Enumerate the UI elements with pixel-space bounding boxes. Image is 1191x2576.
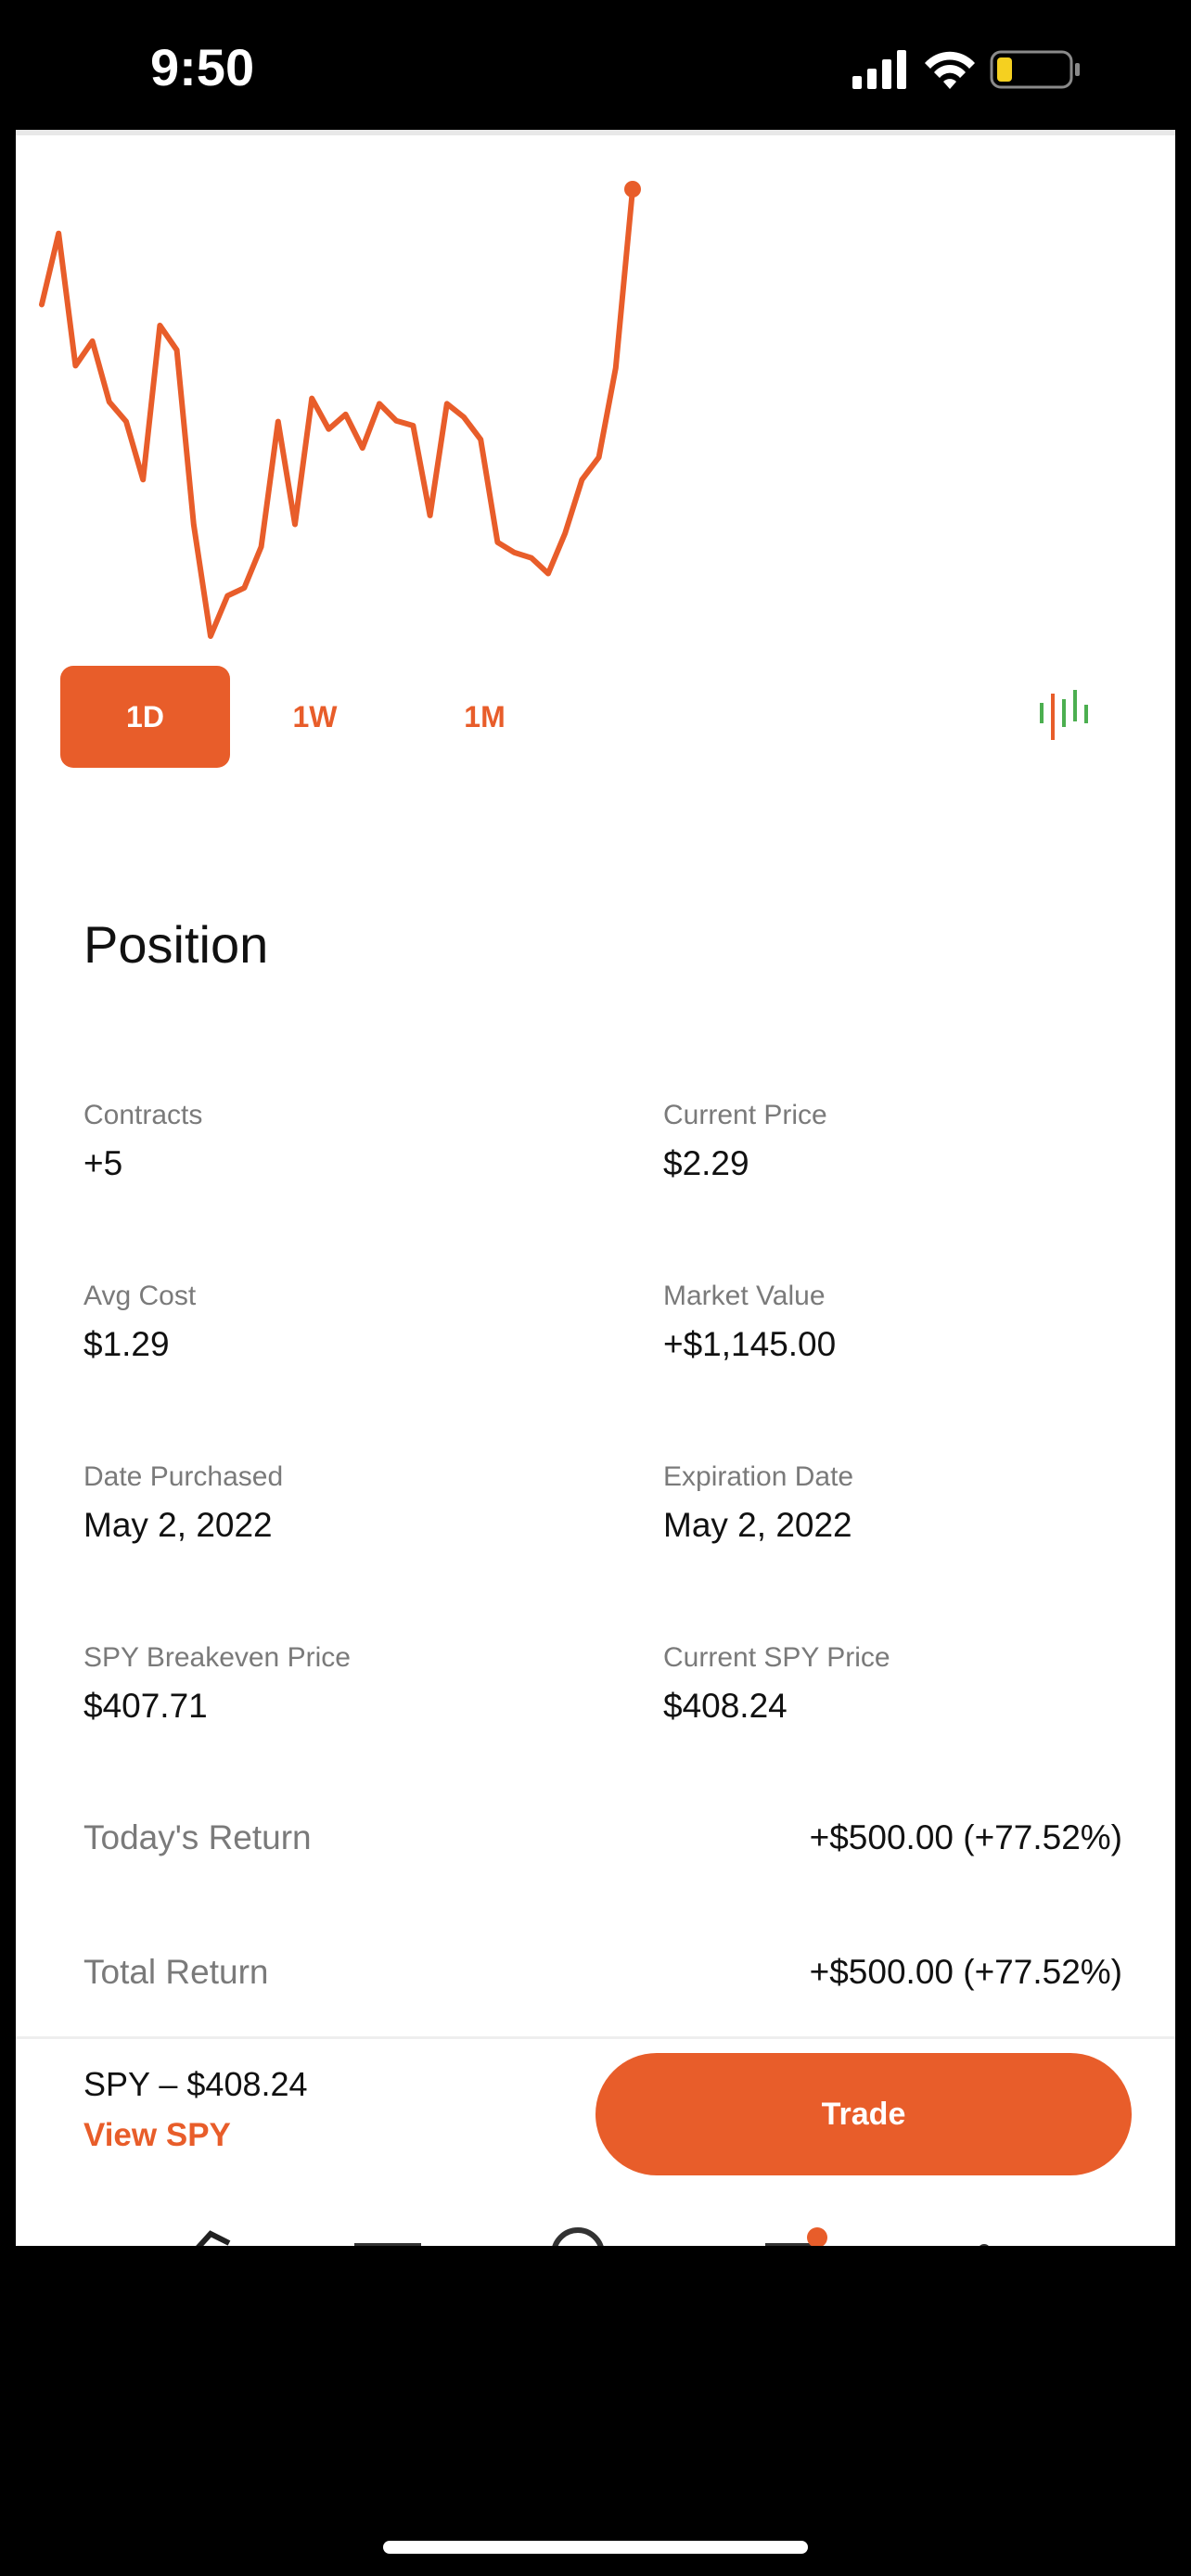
- stat-value: May 2, 2022: [83, 1506, 273, 1544]
- stat-label: Current Price: [663, 1100, 827, 1130]
- stat-value: $408.24: [663, 1687, 788, 1725]
- app-screen: 1D 1W 1M Position Contracts +5 Current P…: [16, 130, 1175, 2246]
- candlestick-chart-toggle-icon[interactable]: [1036, 682, 1092, 747]
- tab-icon-partial: [354, 2243, 421, 2246]
- price-line: [39, 186, 635, 639]
- stat-current-price: Current Price $2.29: [663, 1100, 827, 1183]
- stat-contracts: Contracts +5: [83, 1100, 202, 1183]
- position-title: Position: [83, 915, 269, 974]
- stat-market-value: Market Value +$1,145.00: [663, 1281, 836, 1364]
- return-value: +$500.00 (+77.52%): [809, 1818, 1122, 1856]
- stat-current-spy-price: Current SPY Price $408.24: [663, 1642, 890, 1726]
- wifi-icon: [925, 51, 975, 89]
- stat-breakeven-price: SPY Breakeven Price $407.71: [83, 1642, 351, 1726]
- price-endpoint-dot: [624, 181, 641, 198]
- tab-bar-peek: [196, 2227, 989, 2246]
- stat-value: +$1,145.00: [663, 1325, 837, 1363]
- stat-label: Avg Cost: [83, 1281, 197, 1311]
- total-return-row: Total Return +$500.00 (+77.52%): [83, 1953, 1122, 1992]
- stat-label: Date Purchased: [83, 1461, 284, 1492]
- trade-button[interactable]: Trade: [596, 2053, 1132, 2175]
- stat-avg-cost: Avg Cost $1.29: [83, 1281, 196, 1364]
- tab-icon-partial: [552, 2227, 604, 2246]
- range-1m-button[interactable]: 1M: [400, 666, 570, 768]
- stat-label: Market Value: [663, 1281, 826, 1311]
- stat-value: $2.29: [663, 1144, 749, 1182]
- return-label: Today's Return: [83, 1818, 312, 1856]
- tab-icon-partial: [980, 2244, 989, 2246]
- stat-label: Current SPY Price: [663, 1642, 890, 1673]
- tab-icon-partial: [196, 2230, 231, 2246]
- signal-icon: [852, 50, 906, 89]
- stat-date-purchased: Date Purchased May 2, 2022: [83, 1461, 283, 1545]
- return-label: Total Return: [83, 1953, 269, 1991]
- battery-icon: [990, 50, 1080, 89]
- home-indicator[interactable]: [383, 2541, 808, 2554]
- stat-value: +5: [83, 1144, 123, 1182]
- stat-label: Contracts: [83, 1100, 203, 1130]
- todays-return-row: Today's Return +$500.00 (+77.52%): [83, 1818, 1122, 1857]
- stat-value: $407.71: [83, 1687, 208, 1725]
- range-1d-button[interactable]: 1D: [60, 666, 230, 768]
- view-spy-link[interactable]: View SPY: [83, 2117, 231, 2154]
- bottom-action-bar: SPY – $408.24 View SPY Trade: [16, 2036, 1175, 2246]
- ticker-price: SPY – $408.24: [83, 2065, 308, 2103]
- stat-value: $1.29: [83, 1325, 170, 1363]
- range-1w-button[interactable]: 1W: [230, 666, 400, 768]
- return-value: +$500.00 (+77.52%): [809, 1953, 1122, 1991]
- notification-dot: [807, 2227, 827, 2246]
- stat-label: SPY Breakeven Price: [83, 1642, 351, 1673]
- status-time: 9:50: [150, 38, 255, 96]
- stat-value: May 2, 2022: [663, 1506, 852, 1544]
- stat-expiration-date: Expiration Date May 2, 2022: [663, 1461, 853, 1545]
- status-bar: 9:50: [0, 0, 1191, 130]
- status-icons: [852, 50, 1080, 89]
- stat-label: Expiration Date: [663, 1461, 854, 1492]
